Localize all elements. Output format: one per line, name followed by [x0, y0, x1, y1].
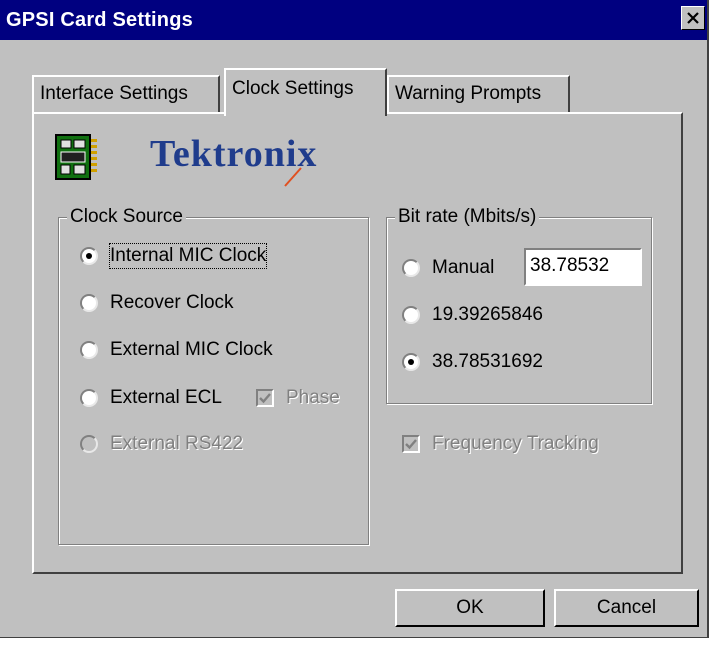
radio-label: Internal MIC Clock: [108, 243, 268, 269]
radio-label: Recover Clock: [110, 292, 234, 313]
tab-clock-settings[interactable]: Clock Settings: [224, 68, 387, 116]
radio-button: [80, 435, 98, 453]
tab-label: Interface Settings: [40, 83, 188, 104]
radio-label: External ECL: [110, 387, 222, 408]
close-icon: [687, 12, 699, 24]
circuit-board-icon: [55, 134, 97, 180]
title-bar[interactable]: GPSI Card Settings: [0, 0, 707, 40]
radio-label: External RS422: [110, 433, 244, 454]
radio-button[interactable]: [402, 306, 420, 324]
logo-slash-mark: [284, 167, 302, 187]
tab-warning-prompts[interactable]: Warning Prompts: [387, 75, 570, 113]
ok-button[interactable]: OK: [395, 589, 545, 627]
bit-rate-legend: Bit rate (Mbits/s): [395, 206, 540, 228]
radio-button[interactable]: [80, 341, 98, 359]
radio-button[interactable]: [80, 294, 98, 312]
close-button[interactable]: [681, 6, 705, 30]
checkbox-label: Phase: [286, 387, 340, 408]
radio-button[interactable]: [80, 389, 98, 407]
checkmark-icon: [259, 393, 271, 404]
checkbox-label: Frequency Tracking: [432, 433, 599, 454]
radio-button[interactable]: [80, 247, 98, 265]
radio-button[interactable]: [402, 259, 420, 277]
clock-source-legend: Clock Source: [67, 206, 186, 228]
window-title: GPSI Card Settings: [6, 9, 193, 31]
tab-label: Warning Prompts: [395, 83, 542, 104]
cancel-button[interactable]: Cancel: [554, 589, 699, 627]
checkbox[interactable]: [256, 389, 274, 407]
checkbox: [402, 435, 420, 453]
checkmark-icon: [405, 439, 417, 450]
manual-bitrate-input[interactable]: 38.78532: [524, 248, 642, 286]
radio-label: Manual: [432, 257, 495, 278]
radio-label: 38.78531692: [432, 351, 543, 372]
settings-dialog: GPSI Card Settings Interface Settings Cl…: [0, 0, 709, 638]
radio-button[interactable]: [402, 353, 420, 371]
radio-label: 19.39265846: [432, 304, 543, 325]
tab-interface-settings[interactable]: Interface Settings: [32, 75, 220, 113]
tab-label: Clock Settings: [232, 78, 354, 99]
radio-label: External MIC Clock: [110, 339, 273, 360]
